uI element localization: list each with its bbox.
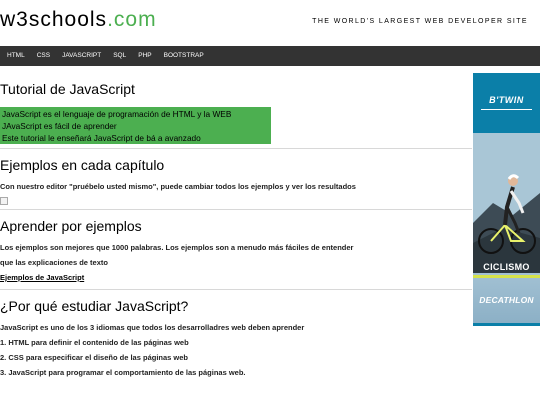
- site-tagline: THE WORLD'S LARGEST WEB DEVELOPER SITE: [312, 18, 528, 25]
- why-item-2: 2. CSS para especificar el diseño de las…: [0, 353, 188, 362]
- why-intro-text: JavaScript es uno de los 3 idiomas que t…: [0, 323, 305, 332]
- tutorial-heading: Tutorial de JavaScript: [0, 81, 135, 97]
- site-logo[interactable]: w3schools.com: [0, 8, 157, 32]
- intro-line-1: JavaScript es el lenguaje de programació…: [2, 109, 232, 119]
- cyclist-illustration: [473, 133, 540, 273]
- sidebar-advertisement[interactable]: B'TWIN CICLISMO DECATHLON: [473, 73, 540, 326]
- nav-item-bootstrap[interactable]: BOOTSTRAP: [158, 46, 210, 66]
- nav-item-css[interactable]: CSS: [31, 46, 56, 66]
- why-heading: ¿Por qué estudiar JavaScript?: [0, 298, 189, 314]
- learn-examples-text-1: Los ejemplos son mejores que 1000 palabr…: [0, 243, 354, 252]
- intro-line-3: Este tutorial le enseñará JavaScript de …: [2, 133, 201, 143]
- nav-item-sql[interactable]: SQL: [107, 46, 132, 66]
- learn-examples-heading: Aprender por ejemplos: [0, 218, 142, 234]
- why-item-1: 1. HTML para definir el contenido de las…: [0, 338, 189, 347]
- logo-main[interactable]: w3schools: [0, 8, 107, 31]
- why-item-3: 3. JavaScript para programar el comporta…: [0, 368, 246, 377]
- ad-retailer-logo[interactable]: DECATHLON: [473, 295, 540, 305]
- examples-each-text: Con nuestro editor "pruébelo usted mismo…: [0, 182, 356, 191]
- intro-line-2: JAvaScript es fácil de aprender: [2, 121, 117, 131]
- ad-brand-logo[interactable]: B'TWIN: [473, 95, 540, 105]
- logo-suffix[interactable]: .com: [107, 8, 157, 31]
- ad-accent-bar: [473, 275, 540, 278]
- section-divider: [0, 148, 472, 149]
- intro-highlight-box: JavaScript es el lenguaje de programació…: [0, 107, 271, 144]
- nav-item-html[interactable]: HTML: [1, 46, 31, 66]
- nav-item-php[interactable]: PHP: [132, 46, 157, 66]
- ad-brand-rule: [481, 109, 532, 110]
- nav-item-javascript[interactable]: JAVASCRIPT: [56, 46, 107, 66]
- ad-sport-label[interactable]: CICLISMO: [473, 262, 540, 272]
- top-navbar: HTML CSS JAVASCRIPT SQL PHP BOOTSTRAP: [0, 46, 540, 66]
- javascript-examples-link[interactable]: Ejemplos de JavaScript: [0, 273, 84, 282]
- section-divider: [0, 209, 472, 210]
- broken-image-icon: [0, 197, 8, 205]
- learn-examples-text-2: que las explicaciones de texto: [0, 258, 108, 267]
- examples-each-heading: Ejemplos en cada capítulo: [0, 157, 165, 173]
- section-divider: [0, 289, 472, 290]
- site-header: w3schools.com THE WORLD'S LARGEST WEB DE…: [0, 0, 540, 46]
